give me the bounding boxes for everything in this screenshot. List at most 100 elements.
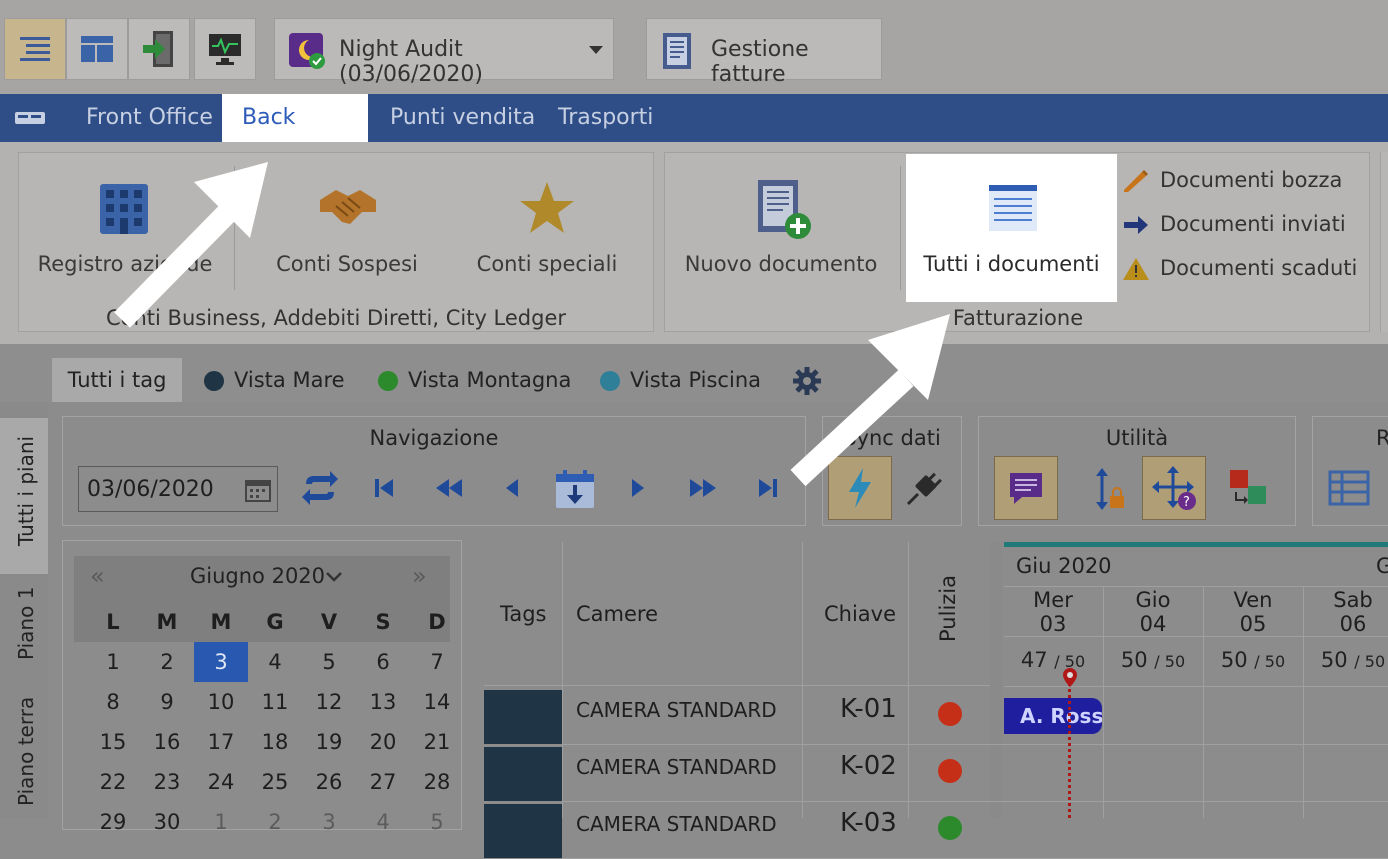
documenti-inviati-button[interactable]: Documenti inviati [1122,210,1362,240]
calendar-day[interactable]: 16 [140,730,194,754]
calendar-day[interactable]: 6 [356,650,410,674]
calendar-day[interactable]: 17 [194,730,248,754]
cleaning-status-dot[interactable] [938,759,962,783]
separator [900,166,901,290]
keyboard-icon[interactable] [14,110,46,126]
calendar-day[interactable]: 10 [194,690,248,714]
tab-vista-montagna[interactable]: Vista Montagna [378,358,571,402]
tab-front-office[interactable]: Front Office [66,94,233,142]
cleaning-status-dot[interactable] [938,702,962,726]
refresh-icon[interactable] [300,468,340,508]
night-audit-selector[interactable]: Night Audit (03/06/2020) [274,18,614,87]
calendar-prev-button[interactable]: « [90,562,105,590]
tab-tutti-i-tag[interactable]: Tutti i tag [52,358,182,402]
room-name[interactable]: CAMERA STANDARD [576,812,777,836]
date-input[interactable]: 03/06/2020 [78,466,278,512]
layout-button[interactable] [66,18,128,80]
calendar-next-button[interactable]: » [412,562,427,590]
documenti-scaduti-label: Documenti scaduti [1160,256,1358,280]
calendar-day[interactable]: 8 [86,690,140,714]
calendar-day[interactable]: 1 [194,810,248,834]
calendar-day[interactable]: 20 [356,730,410,754]
new-document-icon [758,180,811,239]
calendar-day-selected[interactable]: 3 [194,642,248,682]
tab-trasporti[interactable]: Trasporti [538,94,673,142]
swap-icon[interactable] [1228,468,1270,510]
report-title: R [1376,426,1388,450]
monitor-button[interactable] [194,18,256,80]
calendar-day[interactable]: 12 [302,690,356,714]
tab-back-office[interactable]: Back Office [222,94,368,178]
cleaning-status-dot[interactable] [938,816,962,840]
calendar-day[interactable]: 18 [248,730,302,754]
utility-title: Utilità [1105,426,1169,450]
documenti-scaduti-button[interactable]: Documenti scaduti [1122,254,1362,284]
tab-punti-vendita[interactable]: Punti vendita [370,94,555,142]
nuovo-documento-button[interactable]: Nuovo documento [676,176,886,286]
conti-speciali-button[interactable]: Conti speciali [452,176,642,286]
day-header: Gio 04 [1104,588,1202,636]
calendar-day[interactable]: 7 [410,650,464,674]
calendar-day[interactable]: 24 [194,770,248,794]
occupancy: 47 / 50 [1004,648,1102,672]
calendar-day[interactable]: 28 [410,770,464,794]
calendar-day[interactable]: 5 [302,650,356,674]
tab-piano-terra[interactable]: Piano terra [0,690,48,818]
chevron-down-icon[interactable] [324,570,344,584]
back-icon[interactable] [502,476,522,500]
col-divider [802,542,803,818]
notes-button[interactable] [994,456,1058,520]
tutti-i-documenti-button[interactable]: Tutti i documenti [906,154,1117,302]
calendar-day[interactable]: 2 [140,650,194,674]
calendar-day[interactable]: 9 [140,690,194,714]
timeline-month-next: G [1376,554,1388,578]
today-icon[interactable] [554,468,596,510]
tab-vista-mare[interactable]: Vista Mare [204,358,345,402]
calendar-day[interactable]: 4 [356,810,410,834]
fast-back-icon[interactable] [434,476,464,500]
first-icon[interactable] [372,476,396,500]
documenti-bozza-button[interactable]: Documenti bozza [1122,166,1362,196]
calendar-day[interactable]: 13 [356,690,410,714]
col-divider [562,542,563,818]
occupancy-count: 47 [1020,648,1055,672]
calendar-day[interactable]: 11 [248,690,302,714]
last-icon[interactable] [756,476,780,500]
calendar-day[interactable]: 30 [140,810,194,834]
calendar-month[interactable]: Giugno 2020 [190,564,325,588]
calendar-day[interactable]: 15 [86,730,140,754]
tab-tutti-i-piani[interactable]: Tutti i piani [0,418,48,574]
calendar-icon[interactable] [245,477,271,503]
tab-piano-1[interactable]: Piano 1 [0,580,48,680]
vertical-lock-icon[interactable] [1088,466,1128,514]
calendar-day[interactable]: 2 [248,810,302,834]
calendar-day[interactable]: 3 [302,810,356,834]
calendar-day[interactable]: 19 [302,730,356,754]
forward-icon[interactable] [628,476,648,500]
room-name[interactable]: CAMERA STANDARD [576,698,777,722]
calendar-day[interactable]: 27 [356,770,410,794]
list-view-button[interactable] [4,18,66,80]
tag-cell [484,747,562,801]
booking-bar[interactable]: A. Ross [1004,698,1102,734]
invoice-management-button[interactable]: Gestione fatture [646,18,882,87]
calendar-day[interactable]: 25 [248,770,302,794]
calendar-day[interactable]: 21 [410,730,464,754]
calendar-day[interactable]: 1 [86,650,140,674]
calendar-day[interactable]: 5 [410,810,464,834]
comment-icon [1010,473,1042,504]
tab-vista-mare-label: Vista Mare [234,368,345,392]
calendar-day[interactable]: 4 [248,650,302,674]
move-button[interactable]: ? [1142,456,1206,520]
table-icon[interactable] [1328,470,1370,506]
fast-forward-icon[interactable] [688,476,718,500]
handshake-icon [320,190,376,224]
calendar-day[interactable]: 26 [302,770,356,794]
calendar-day[interactable]: 14 [410,690,464,714]
tab-vista-piscina[interactable]: Vista Piscina [600,358,761,402]
exit-button[interactable] [128,18,190,80]
calendar-day[interactable]: 22 [86,770,140,794]
calendar-day[interactable]: 23 [140,770,194,794]
calendar-day[interactable]: 29 [86,810,140,834]
room-name[interactable]: CAMERA STANDARD [576,755,777,779]
